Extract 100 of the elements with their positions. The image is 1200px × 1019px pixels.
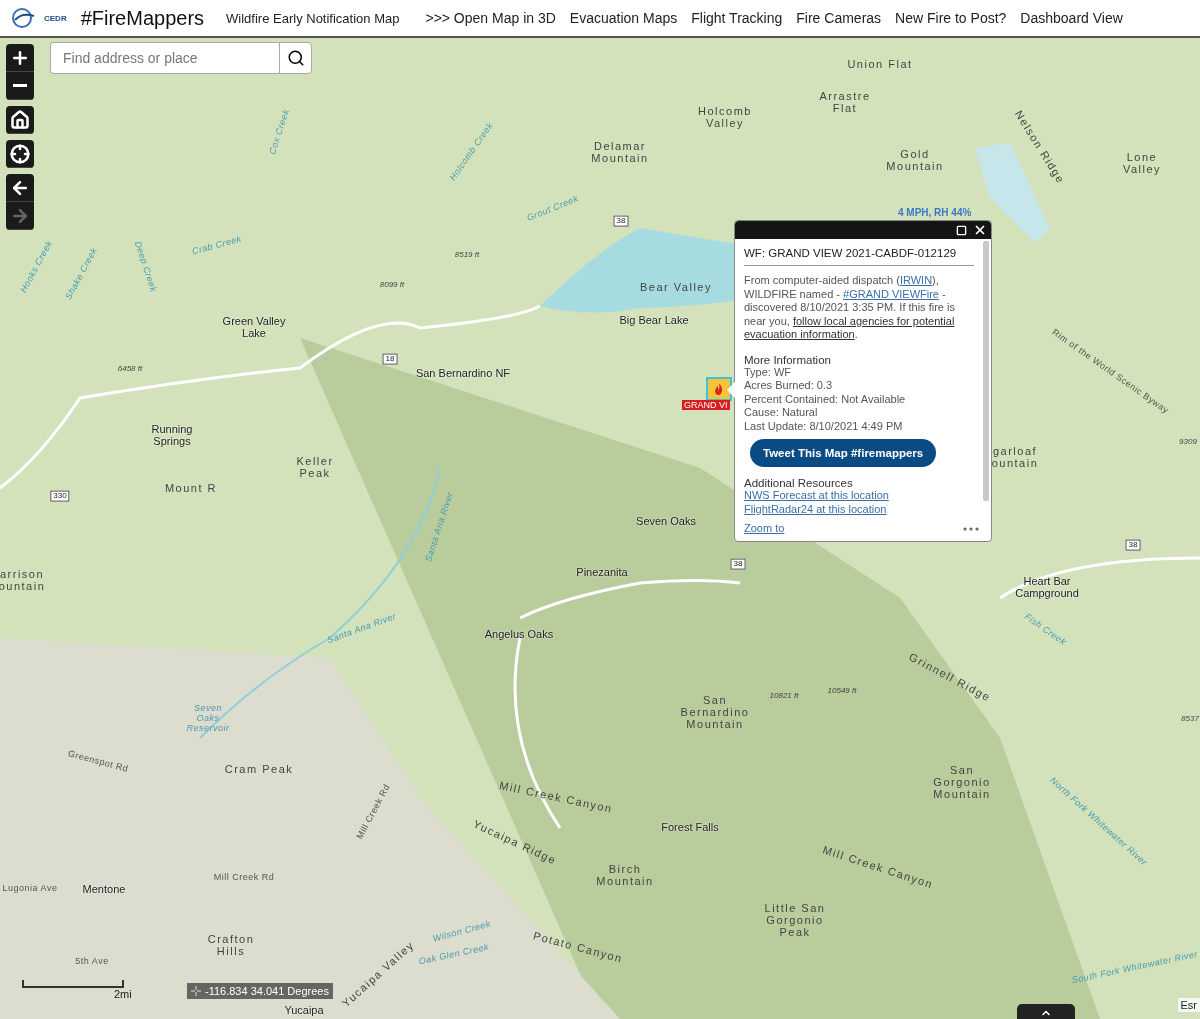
info-line: Percent Contained: Not Available <box>744 392 907 406</box>
place-label: Little San Gorgonio Peak <box>764 901 826 939</box>
water-label: Oak Glen Creek <box>418 942 490 968</box>
elevation-label: 10549 ft <box>827 686 857 696</box>
description-link[interactable]: follow local agencies for potential <box>792 314 955 327</box>
town-label: Angelus Oaks <box>484 627 554 641</box>
nav-link[interactable]: Dashboard View <box>1020 10 1123 26</box>
attribution-text: Esr <box>1177 998 1200 1012</box>
search-field[interactable]: Find address or place <box>50 42 279 74</box>
place-label: Birch Mountain <box>596 862 654 888</box>
elevation-label: 8099 ft <box>379 280 405 290</box>
resource-link[interactable]: FlightRadar24 at this location <box>744 502 974 516</box>
more-icon[interactable] <box>963 527 979 531</box>
popup-title: WF: GRAND VIEW 2021-CABDF-012129 <box>744 247 974 266</box>
water-label: Wilson Creek <box>432 919 492 944</box>
zoom-in-button[interactable] <box>6 44 34 72</box>
locate-icon <box>10 143 30 164</box>
place-label: Potato Canyon <box>531 929 625 965</box>
water-label: Santa Ana River <box>326 611 398 647</box>
highway-shield: 38 <box>730 558 746 570</box>
elevation-label: 8519 ft <box>454 250 480 260</box>
place-label: Keller Peak <box>296 454 334 480</box>
scale-label: 2mi <box>114 988 132 1000</box>
nav-link[interactable]: >>> Open Map in 3D <box>425 10 556 26</box>
town-label: Forest Falls <box>661 820 719 834</box>
road-label: 5th Ave <box>75 957 109 967</box>
elevation-label: 8537 <box>1181 714 1199 724</box>
coordinates-text: -116.834 34.041 Degrees <box>205 985 329 997</box>
highway-shield: 38 <box>613 215 629 227</box>
search-button[interactable] <box>279 42 312 74</box>
place-label: Union Flat <box>847 57 913 71</box>
nav-link[interactable]: Flight Tracking <box>691 10 783 26</box>
town-label: Big Bear Lake <box>619 313 689 327</box>
town-label: Green Valley Lake <box>222 314 286 340</box>
road-label: Lugonia Ave <box>2 884 58 894</box>
elevation-label: 10821 ft <box>769 691 799 701</box>
highway-shield: 330 <box>50 490 70 502</box>
nav-link[interactable]: New Fire to Post? <box>895 10 1007 26</box>
tweet-button[interactable]: Tweet This Map #firemappers <box>750 439 937 467</box>
place-label: Mill Creek Canyon <box>498 779 614 815</box>
description-link[interactable]: evacuation information <box>744 328 855 340</box>
zoom-out-button[interactable] <box>6 72 34 100</box>
maximize-icon <box>956 224 967 236</box>
back-button[interactable] <box>6 174 34 202</box>
search-icon <box>286 49 305 67</box>
place-label: Mount R <box>164 481 218 495</box>
app-subtitle: Wildfire Early Notification Map <box>226 10 400 26</box>
place-label: San Bernardino Mountain <box>680 693 750 731</box>
town-label: Heart Bar Campground <box>1015 574 1079 600</box>
water-label: South Fork Whitewater River <box>1071 949 1199 987</box>
water-label: Seven Oaks Reservoir <box>186 704 230 734</box>
locate-button[interactable] <box>6 140 34 168</box>
highway-shield: 38 <box>1125 539 1141 551</box>
water-label: Crab Creek <box>191 234 243 258</box>
place-label: Holcomb Valley <box>698 104 752 130</box>
nav-link[interactable]: Fire Cameras <box>796 10 882 26</box>
town-label: Pinezanita <box>576 565 628 579</box>
home-icon <box>10 109 30 130</box>
water-label: Cox Creek <box>268 108 292 156</box>
place-label: Delamar Mountain <box>591 139 649 165</box>
place-label: Arrastre Flat <box>819 89 871 115</box>
nav-link[interactable]: Evacuation Maps <box>569 10 678 26</box>
crosshair-icon <box>191 986 201 996</box>
expand-tab[interactable] <box>1017 1004 1075 1019</box>
town-label: Mentone <box>82 882 126 896</box>
fire-description: From computer-aided dispatch (IRWIN), WILDFIRE named - #GRAND VIEWFire - discovered 8/10/2021 3:35 PM. If this fire is near you, follow local agencies for potential evacuation information. <box>744 274 956 342</box>
info-line: Cause: Natural <box>744 406 819 420</box>
app-title: #FireMappers <box>80 6 205 30</box>
highway-shield: 18 <box>382 353 398 365</box>
place-label: garloaf ountain <box>991 444 1039 470</box>
info-line: Type: WF <box>744 365 793 379</box>
maximize-button[interactable] <box>956 224 967 236</box>
close-icon <box>973 223 987 237</box>
zoom-to-link[interactable]: Zoom to <box>744 522 785 536</box>
description-link[interactable]: IRWIN <box>899 274 933 286</box>
section-heading: Additional Resources <box>744 477 854 489</box>
elevation-label: 6458 ft <box>117 364 143 374</box>
place-label: Bear Valley <box>640 280 712 294</box>
wind-label: 4 MPH, RH 44% <box>898 207 972 218</box>
fire-marker-icon[interactable] <box>706 377 732 401</box>
resource-link[interactable]: NWS Forecast at this location <box>744 489 974 503</box>
town-label: San Bernardino NF <box>415 366 511 380</box>
zoom-out-icon <box>13 84 27 87</box>
elevation-label: 9309 <box>1179 437 1197 447</box>
section-heading: More Information <box>744 353 832 366</box>
home-button[interactable] <box>6 106 34 134</box>
close-button[interactable] <box>973 223 987 237</box>
place-label: arrison ountain <box>0 567 46 593</box>
road-label: Mill Creek Rd <box>213 873 275 883</box>
place-label: Gold Mountain <box>886 147 944 173</box>
water-label: Deep Creek <box>132 240 158 294</box>
place-label: Cram Peak <box>224 762 294 776</box>
town-label: Running Springs <box>151 422 193 448</box>
water-label: Grout Creek <box>525 194 581 224</box>
logo-text: CEDR <box>44 13 67 23</box>
town-label: Seven Oaks <box>636 514 696 528</box>
water-label: Santa Ana River <box>424 490 456 564</box>
description-link[interactable]: #GRAND VIEWFire <box>843 287 939 300</box>
place-label: Lone Valley <box>1122 150 1162 176</box>
info-line: Acres Burned: 0.3 <box>744 379 834 393</box>
